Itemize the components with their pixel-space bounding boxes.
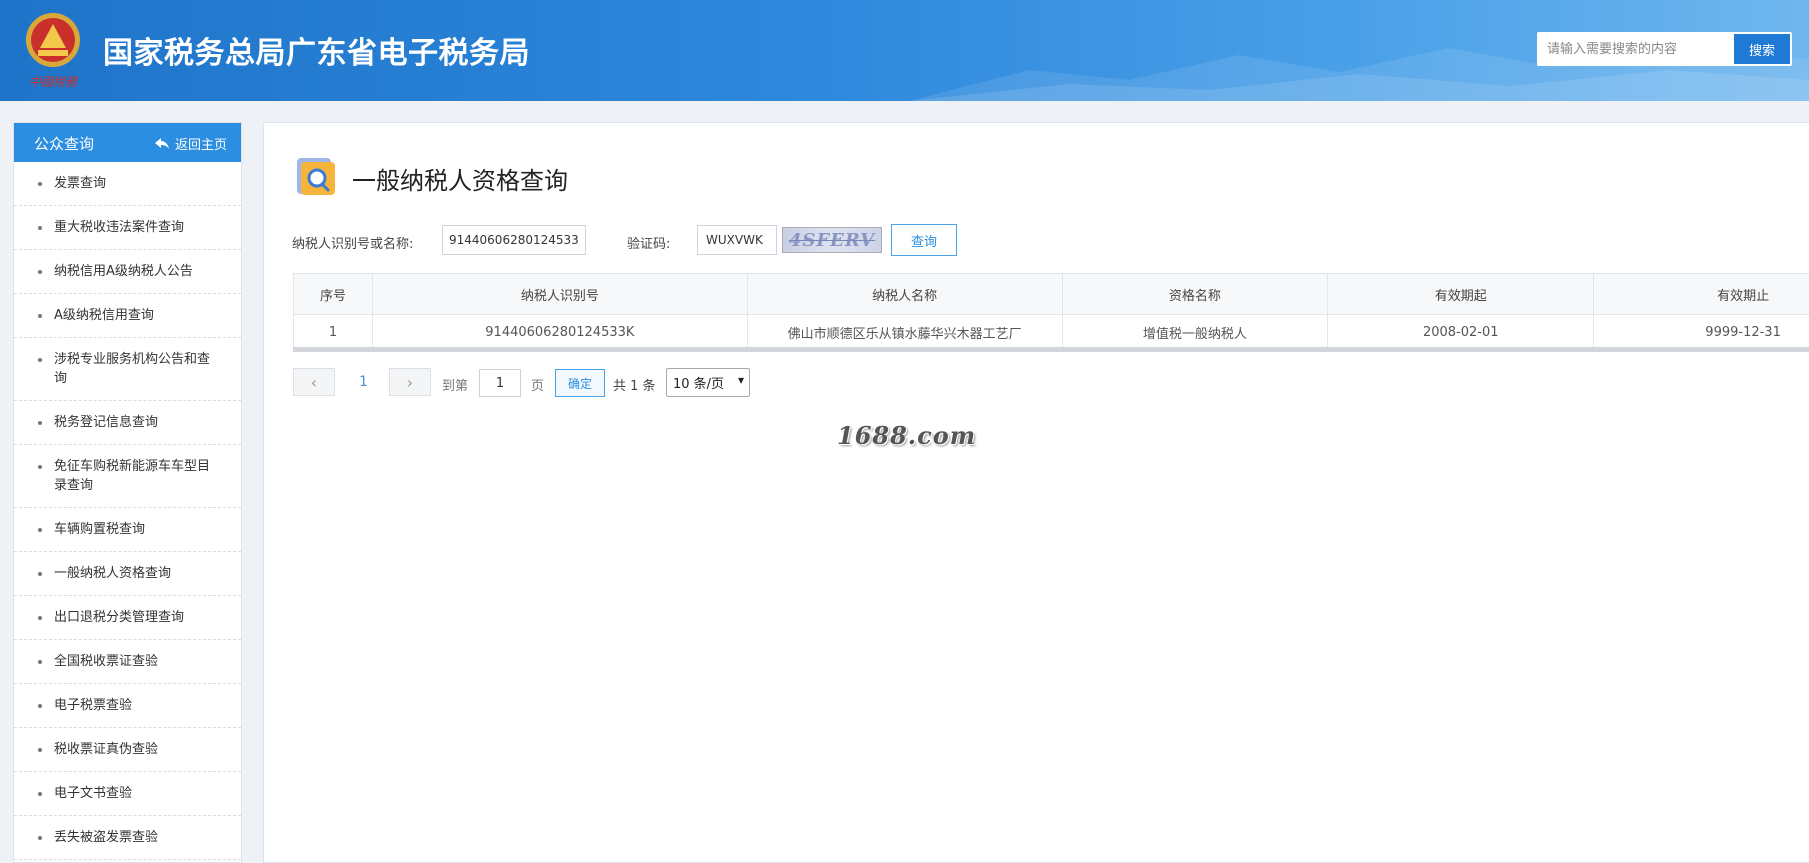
sidebar-item-lost-invoice[interactable]: 丢失被盗发票查验 [14, 816, 241, 860]
horizontal-scrollbar[interactable] [293, 347, 1809, 352]
sidebar-item-major-violation[interactable]: 重大税收违法案件查询 [14, 206, 241, 250]
chevron-left-icon: ‹ [310, 372, 318, 392]
goto-confirm-button[interactable]: 确定 [555, 369, 605, 397]
search-box: 搜索 [1537, 32, 1792, 66]
search-input[interactable] [1537, 32, 1732, 66]
col-header-taxid: 纳税人识别号 [371, 273, 748, 315]
sidebar-item-tax-service-agency[interactable]: 涉税专业服务机构公告和查询 [14, 338, 241, 401]
col-header-index: 序号 [293, 273, 373, 315]
sidebar-item-label: 纳税信用A级纳税人公告 [54, 264, 193, 279]
back-home-link[interactable]: 返回主页 [154, 134, 227, 153]
main-panel: 一般纳税人资格查询 纳税人识别号或名称: 验证码: 4SFERV 查询 序号 纳… [263, 122, 1809, 863]
results-table-container: 序号 纳税人识别号 纳税人名称 资格名称 有效期起 有效期止 1 9144060… [293, 273, 1809, 351]
cell-taxid: 91440606280124533K [371, 314, 748, 351]
sidebar-item-credit-a-notice[interactable]: 纳税信用A级纳税人公告 [14, 250, 241, 294]
table-row: 1 91440606280124533K 佛山市顺德区乐从镇水藤华兴木器工艺厂 … [293, 314, 1809, 351]
back-home-label: 返回主页 [174, 138, 227, 153]
sidebar-item-ev-exemption[interactable]: 免征车购税新能源车车型目录查询 [14, 445, 241, 508]
col-header-qualification: 资格名称 [1061, 273, 1329, 315]
col-header-name: 纳税人名称 [746, 273, 1063, 315]
page-size-select[interactable]: 10 条/页 ▾ [666, 368, 750, 397]
sidebar-item-label: 车辆购置税查询 [54, 522, 146, 537]
table-header-row: 序号 纳税人识别号 纳税人名称 资格名称 有效期起 有效期止 [293, 273, 1809, 315]
results-table: 序号 纳税人识别号 纳税人名称 资格名称 有效期起 有效期止 1 9144060… [293, 273, 1809, 351]
sidebar-item-label: 电子文书查验 [54, 786, 133, 801]
cell-qualification: 增值税一般纳税人 [1061, 314, 1329, 351]
current-page-number[interactable]: 1 [359, 374, 368, 390]
sidebar-item-label: 免征车购税新能源车车型目录查询 [54, 459, 211, 493]
chevron-right-icon: › [406, 372, 414, 392]
col-header-valid-to: 有效期止 [1593, 273, 1809, 315]
taxid-input[interactable] [442, 225, 586, 255]
site-header: 中國稅務 国家税务总局广东省电子税务局 搜索 [0, 0, 1809, 101]
sidebar-item-e-document[interactable]: 电子文书查验 [14, 772, 241, 816]
sidebar-item-label: 税务登记信息查询 [54, 415, 159, 430]
sidebar-item-label: 重大税收违法案件查询 [54, 220, 185, 235]
sidebar-item-general-taxpayer[interactable]: 一般纳税人资格查询 [14, 552, 241, 596]
prev-page-button[interactable]: ‹ [293, 368, 335, 396]
total-count: 共 1 条 [613, 379, 656, 394]
sidebar-item-export-refund[interactable]: 出口退税分类管理查询 [14, 596, 241, 640]
sidebar-item-voucher-authenticity[interactable]: 税收票证真伪查验 [14, 728, 241, 772]
sidebar-header: 公众查询 返回主页 [14, 123, 241, 162]
goto-suffix: 页 [531, 379, 545, 394]
next-page-button[interactable]: › [389, 368, 431, 396]
sidebar-item-vehicle-tax[interactable]: 车辆购置税查询 [14, 508, 241, 552]
sidebar: 公众查询 返回主页 发票查询 重大税收违法案件查询 纳税信用A级纳税人公告 A级… [13, 122, 242, 863]
sidebar-title: 公众查询 [34, 135, 95, 153]
sidebar-item-tax-registration[interactable]: 税务登记信息查询 [14, 401, 241, 445]
logo-text: 中國稅務 [29, 75, 79, 89]
search-button[interactable]: 搜索 [1734, 34, 1790, 64]
chevron-down-icon: ▾ [737, 373, 744, 387]
sidebar-item-invoice-query[interactable]: 发票查询 [14, 162, 241, 206]
sidebar-item-label: 出口退税分类管理查询 [54, 610, 185, 625]
sidebar-item-label: 电子税票查验 [54, 698, 133, 713]
site-title: 国家税务总局广东省电子税务局 [103, 36, 530, 71]
cell-index: 1 [293, 314, 373, 351]
taxid-label: 纳税人识别号或名称: [292, 237, 414, 252]
sidebar-item-label: 全国税收票证查验 [54, 654, 159, 669]
cell-valid-to: 9999-12-31 [1593, 314, 1809, 351]
col-header-valid-from: 有效期起 [1327, 273, 1595, 315]
tax-emblem-logo: 中國稅務 [26, 13, 80, 89]
query-button[interactable]: 查询 [891, 224, 957, 256]
goto-page-input[interactable] [479, 369, 521, 397]
captcha-input[interactable] [697, 225, 777, 255]
back-arrow-icon [154, 137, 169, 149]
sidebar-item-label: 税收票证真伪查验 [54, 742, 159, 757]
sidebar-item-label: 一般纳税人资格查询 [54, 566, 172, 581]
sidebar-item-e-tax-ticket[interactable]: 电子税票查验 [14, 684, 241, 728]
watermark: 1688.com [837, 421, 977, 450]
query-folder-icon [297, 158, 335, 195]
sidebar-item-credit-a-query[interactable]: A级纳税信用查询 [14, 294, 241, 338]
captcha-image[interactable]: 4SFERV [782, 227, 882, 253]
page-title: 一般纳税人资格查询 [352, 167, 568, 195]
sidebar-item-label: A级纳税信用查询 [54, 308, 154, 323]
cell-name: 佛山市顺德区乐从镇水藤华兴木器工艺厂 [746, 314, 1063, 351]
sidebar-item-label: 丢失被盗发票查验 [54, 830, 159, 845]
goto-prefix: 到第 [442, 379, 469, 394]
page-size-value: 10 条/页 [673, 377, 725, 392]
captcha-label: 验证码: [627, 237, 671, 252]
sidebar-item-label: 涉税专业服务机构公告和查询 [54, 352, 211, 386]
cell-valid-from: 2008-02-01 [1327, 314, 1595, 351]
sidebar-item-national-voucher[interactable]: 全国税收票证查验 [14, 640, 241, 684]
sidebar-item-label: 发票查询 [54, 176, 107, 191]
